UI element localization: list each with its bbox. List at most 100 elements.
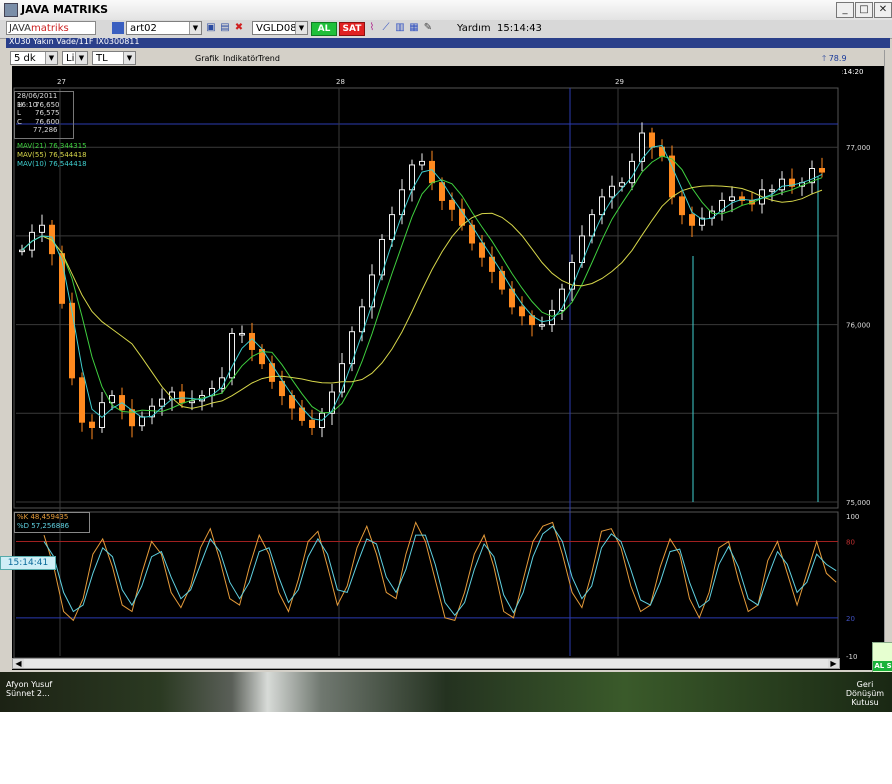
- desktop-background: Afyon Yusuf Sünnet 2... Geri Dönüşüm Kut…: [0, 672, 892, 712]
- info-high: H 76,650: [17, 101, 73, 110]
- buy-button[interactable]: AL: [311, 22, 337, 36]
- chart-window-header: XU30 Yakın Vade/11F IX0300811: [6, 37, 890, 48]
- up-value: 🡑 78.9: [822, 53, 847, 67]
- candle-body: [389, 214, 395, 240]
- candle-body: [249, 332, 255, 350]
- ma10-legend: MAV(10) 76,544418: [17, 160, 87, 168]
- close-button[interactable]: ✕: [874, 2, 892, 18]
- ma-line-0: [21, 155, 823, 414]
- candle-body: [79, 377, 85, 423]
- candle-body: [19, 249, 25, 253]
- time-corner-label: 15:14:20: [842, 68, 863, 76]
- grid-icon[interactable]: ▦: [408, 22, 420, 34]
- candle-body: [139, 416, 145, 427]
- symbol-select[interactable]: VGLD0811 ▼: [252, 21, 308, 35]
- stochastic-legend: %K 48,459435 %D 57,256886: [14, 512, 90, 533]
- save-as-icon[interactable]: ▤: [219, 22, 231, 34]
- candle-body: [539, 324, 545, 327]
- candle-body: [679, 196, 685, 216]
- scale-select[interactable]: Lin ▼: [62, 51, 88, 65]
- clock: 15:14:43: [497, 23, 542, 34]
- bar-chart-icon[interactable]: ▥: [394, 22, 406, 34]
- menu-grafik[interactable]: Grafik: [195, 54, 219, 63]
- info-high-key: H: [17, 100, 23, 109]
- chart-canvas[interactable]: 27 28 29: [12, 66, 842, 670]
- chevron-down-icon[interactable]: ▼: [45, 52, 57, 64]
- window-title: JAVA MATRIKS: [21, 3, 109, 16]
- minimize-button[interactable]: _: [836, 2, 854, 18]
- up-arrow-icon: 🡑: [822, 54, 827, 63]
- price-axis: 77,000 76,000 75,000 15:14:20 100 80 20 -10: [832, 66, 890, 670]
- currency-value: TL: [96, 53, 108, 64]
- chart-controls: 5 dk ▼ Lin ▼ TL ▼ Grafik Indikatör Trend…: [0, 48, 884, 66]
- chevron-down-icon[interactable]: ▼: [123, 52, 135, 64]
- candle-body: [769, 189, 775, 192]
- candle-body: [309, 419, 315, 428]
- candle-body: [269, 363, 275, 382]
- matriks-logo: JAVAmatriks: [6, 21, 96, 35]
- workspace-select[interactable]: art02 ▼: [126, 21, 202, 35]
- candle-body: [239, 332, 245, 336]
- horizontal-scrollbar[interactable]: ◀ ▶: [12, 658, 840, 669]
- candle-body: [369, 274, 375, 308]
- period-value: 5 dk: [14, 53, 36, 64]
- ohlc-info-box: 28/06/2011 16:10 H 76,650 L 76,575 C 76,600…: [14, 91, 74, 139]
- chart-icon[interactable]: ⌇: [366, 22, 378, 34]
- info-extra: 77,286: [17, 126, 73, 135]
- stoch-level-label: -10: [846, 653, 857, 661]
- vertical-scrollbar[interactable]: [884, 50, 892, 662]
- scroll-left-icon[interactable]: ◀: [13, 659, 24, 668]
- desktop-icon-label-1: Afyon Yusuf: [6, 680, 53, 689]
- candle-body: [339, 363, 345, 393]
- recycle-bin-icon[interactable]: Geri Dönüşüm Kutusu: [838, 680, 892, 707]
- stoch-level-label: 20: [846, 615, 855, 623]
- line-chart-icon[interactable]: ⟋: [380, 22, 392, 34]
- stoch-d-label: %D 57,256886: [17, 522, 70, 530]
- recycle-bin-label-1: Geri Dönüşüm: [845, 680, 885, 698]
- candle-body: [179, 391, 185, 404]
- price-tick-label: 76,000: [846, 322, 871, 330]
- ma-legend: MAV(21) 76,344315 MAV(55) 76,544418 MAV(…: [17, 142, 87, 169]
- buy-signal-flag[interactable]: AL S: [872, 642, 892, 674]
- stoch-panel-frame: [13, 511, 839, 659]
- date-label: 29: [615, 78, 624, 86]
- app-icon: [4, 3, 18, 17]
- price-tick-label: 75,000: [846, 499, 871, 507]
- chevron-down-icon[interactable]: ▼: [189, 22, 201, 34]
- period-select[interactable]: 5 dk ▼: [10, 51, 58, 65]
- crosshair-time-tag: 15:14:41: [0, 556, 56, 570]
- delete-icon[interactable]: ✖: [233, 22, 245, 34]
- stoch-k-label: %K 48,459435: [17, 513, 69, 521]
- workspace-icon[interactable]: [112, 22, 124, 34]
- candle-body: [439, 182, 445, 201]
- scroll-right-icon[interactable]: ▶: [828, 659, 839, 668]
- date-label: 28: [336, 78, 345, 86]
- sell-button[interactable]: SAT: [339, 22, 365, 36]
- menu-indikator[interactable]: Indikatör: [223, 54, 258, 63]
- candle-body: [449, 199, 455, 210]
- candle-body: [499, 270, 505, 290]
- desktop-icon-afyon[interactable]: Afyon Yusuf Sünnet 2...: [6, 680, 52, 698]
- save-icon[interactable]: ▣: [205, 22, 217, 34]
- pen-icon[interactable]: ✎: [422, 22, 434, 34]
- menu-trend[interactable]: Trend: [258, 54, 280, 63]
- app-window: JAVA MATRIKS _ □ ✕ JAVAmatriks art02 ▼ ▣…: [0, 0, 892, 674]
- price-chart-svg: 27 28 29: [13, 78, 839, 659]
- desktop-icon-label-2: Sünnet 2...: [6, 689, 50, 698]
- info-high-value: 76,650: [35, 100, 60, 109]
- candle-body: [419, 160, 425, 166]
- up-value-text: 78.9: [828, 54, 847, 63]
- candle-body: [729, 196, 735, 201]
- maximize-button[interactable]: □: [855, 2, 873, 18]
- info-extra-value: 77,286: [33, 126, 58, 134]
- info-close-key: C: [17, 117, 22, 126]
- help-menu[interactable]: Yardım: [457, 23, 491, 34]
- chevron-down-icon[interactable]: ▼: [295, 22, 307, 34]
- buy-signal-label: AL S: [873, 661, 892, 671]
- candle-body: [609, 185, 615, 198]
- chevron-down-icon[interactable]: ▼: [75, 52, 87, 64]
- ma21-legend: MAV(21) 76,344315: [17, 142, 87, 150]
- stoch-level-label: 100: [846, 513, 859, 521]
- ma-line-2: [21, 144, 823, 421]
- currency-select[interactable]: TL ▼: [92, 51, 136, 65]
